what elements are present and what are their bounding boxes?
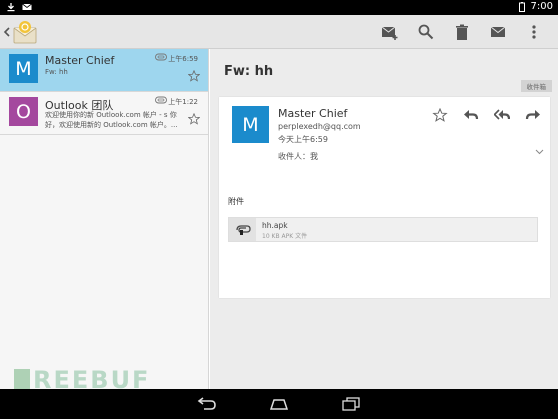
overflow-menu-icon [532, 25, 536, 39]
message-time: 上午6:59 [168, 55, 198, 63]
message-subject: Fw: hh [224, 64, 274, 79]
search-icon [418, 24, 434, 40]
sender-email: perplexedh@qq.com [278, 122, 361, 131]
navigation-bar [0, 389, 558, 419]
attachment-item[interactable]: hh.apk 10 KB APK 文件 [228, 217, 538, 242]
delete-icon [456, 24, 468, 40]
message-card: M Master Chief perplexedh@qq.com 今天上午6:5… [219, 97, 550, 298]
chevron-down-icon[interactable] [535, 149, 544, 155]
message-snippet: 欢迎使用你的新 Outlook.com 帐户 - s 你好，欢迎使用新的 Out… [45, 111, 178, 129]
mail-icon [490, 26, 506, 37]
reply-all-icon [493, 109, 510, 120]
folder-label[interactable]: 收件箱 [520, 80, 552, 92]
recipient-line: 收件人：我 [278, 152, 318, 161]
message-time: 上午1:22 [168, 98, 198, 106]
home-icon [269, 399, 289, 410]
attachment-name: hh.apk [262, 221, 288, 230]
delete-button[interactable] [444, 15, 480, 49]
nav-recents-button[interactable] [338, 395, 364, 413]
action-bar [0, 15, 558, 49]
nav-back-button[interactable] [194, 395, 220, 413]
watermark-logo [14, 369, 30, 391]
recents-icon [342, 397, 360, 411]
email-app-logo[interactable] [12, 19, 38, 45]
sender-name: Master Chief [278, 107, 348, 120]
paperclip-icon [235, 224, 251, 235]
overflow-menu-button[interactable] [516, 15, 552, 49]
reply-button[interactable] [455, 105, 486, 125]
attachment-size: 10 KB APK 文件 [262, 233, 308, 240]
back-icon [197, 397, 216, 410]
status-bar: 7:00 [0, 0, 558, 15]
forward-button[interactable] [517, 105, 548, 125]
reply-icon [463, 110, 478, 120]
star-icon[interactable] [188, 70, 200, 82]
search-button[interactable] [408, 15, 444, 49]
forward-icon [525, 110, 540, 120]
message-date: 今天上午6:59 [278, 135, 328, 144]
battery-icon [518, 1, 525, 12]
attachment-thumbnail [229, 218, 256, 241]
avatar: O [9, 97, 38, 126]
mail-notification-icon [22, 3, 32, 10]
star-icon [431, 108, 448, 122]
watermark: REEBUF [14, 366, 150, 394]
message-list-item[interactable]: M Master Chief Fw: hh 上午6:59 [0, 49, 208, 92]
message-list-item[interactable]: O Outlook 团队 欢迎使用你的新 Outlook.com 帐户 - s … [0, 92, 208, 135]
nav-home-button[interactable] [266, 395, 292, 413]
compose-icon [381, 26, 398, 40]
message-snippet: Fw: hh [45, 68, 68, 76]
reply-all-button[interactable] [486, 105, 517, 125]
back-chevron-icon[interactable] [2, 22, 12, 42]
star-button[interactable] [424, 105, 455, 125]
sender-avatar[interactable]: M [232, 106, 269, 143]
message-list: M Master Chief Fw: hh 上午6:59 O Outlook 团… [0, 49, 209, 389]
status-time: 7:00 [530, 1, 553, 12]
attachments-heading: 附件 [228, 197, 244, 206]
compose-button[interactable] [372, 15, 408, 49]
message-actions [424, 105, 548, 125]
attachment-clip-icon [155, 96, 167, 104]
mark-unread-button[interactable] [480, 15, 516, 49]
star-icon[interactable] [188, 113, 200, 125]
attachment-clip-icon [155, 53, 167, 61]
message-detail: Fw: hh 收件箱 M Master Chief perplexedh@qq.… [210, 49, 558, 389]
avatar: M [9, 54, 38, 83]
message-sender: Master Chief [45, 54, 115, 67]
download-icon [7, 3, 15, 12]
